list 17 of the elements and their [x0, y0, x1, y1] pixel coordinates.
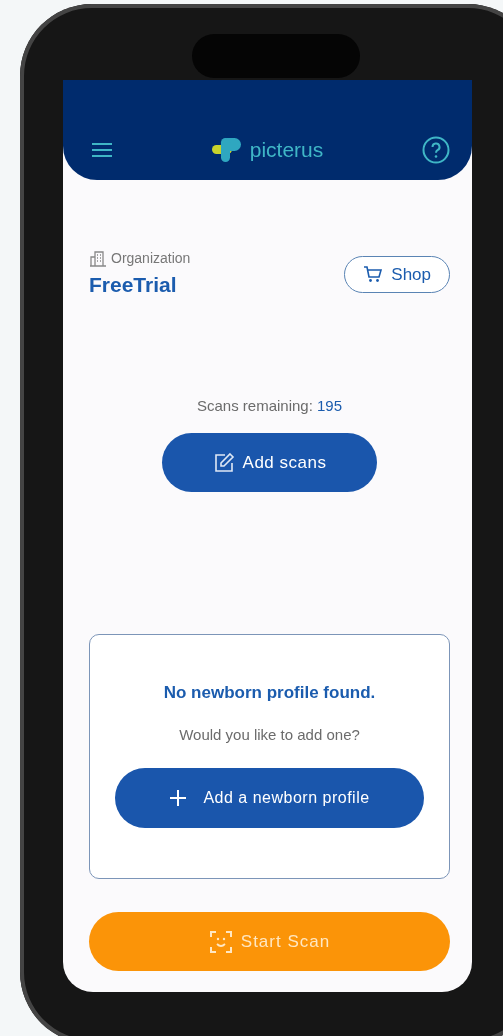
face-scan-icon	[208, 929, 233, 954]
menu-icon[interactable]	[91, 142, 113, 158]
card-prompt: Would you like to add one?	[179, 724, 360, 745]
edit-icon	[212, 451, 235, 474]
cart-icon	[363, 265, 384, 284]
plus-icon	[169, 789, 188, 807]
help-icon[interactable]	[422, 136, 450, 164]
organization-name: FreeTrial	[89, 272, 178, 298]
organization-label: Organization	[111, 249, 191, 268]
brand-name: picterus	[249, 137, 324, 164]
card-title: No newborn profile found.	[163, 682, 376, 704]
scans-remaining-text: Scans remaining: 195	[195, 395, 344, 416]
shop-button[interactable]: Shop	[344, 255, 450, 293]
add-newborn-profile-button[interactable]: Add a newborn profile	[115, 768, 424, 828]
logo-icon	[211, 138, 242, 162]
building-icon	[89, 249, 107, 268]
add-scans-button[interactable]: Add scans	[162, 433, 377, 492]
